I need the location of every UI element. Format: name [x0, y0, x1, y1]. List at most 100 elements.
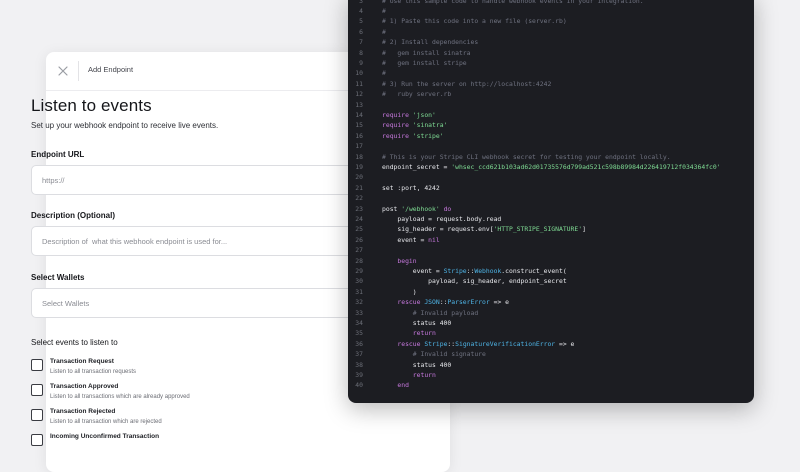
code-text: set :port, 4242 [382, 183, 440, 192]
line-number: 24 [355, 214, 363, 223]
code-line: 33 # Invalid payload [348, 308, 754, 318]
endpoint-url-label: Endpoint URL [31, 150, 85, 159]
event-checkbox[interactable] [31, 434, 43, 446]
line-number: 28 [355, 256, 363, 265]
code-line: 21 set :port, 4242 [348, 183, 754, 193]
code-text: # gem install sinatra [382, 48, 471, 57]
code-line: 20 [348, 172, 754, 182]
line-number: 19 [355, 162, 363, 171]
code-text: require 'stripe' [382, 131, 444, 140]
code-text: # Invalid payload [382, 308, 479, 317]
code-line: 12 # ruby server.rb [348, 89, 754, 99]
code-line: 36 rescue Stripe::SignatureVerificationE… [348, 339, 754, 349]
line-number: 11 [355, 79, 363, 88]
code-line: 8 # gem install sinatra [348, 48, 754, 58]
code-text: endpoint_secret = 'whsec_ccd621b103ad62d… [382, 162, 721, 171]
code-text: payload = request.body.read [382, 214, 502, 223]
event-title: Transaction Approved [50, 383, 119, 390]
event-checkbox[interactable] [31, 409, 43, 421]
code-line: 17 [348, 141, 754, 151]
code-line: 7 # 2) Install dependencies [348, 37, 754, 47]
code-text: ) [382, 287, 417, 296]
code-line: 26 event = nil [348, 235, 754, 245]
line-number: 32 [355, 298, 363, 307]
event-description: Listen to all transactions which are alr… [50, 394, 190, 400]
line-number: 38 [355, 360, 363, 369]
code-line: 28 begin [348, 256, 754, 266]
code-line: 37 # Invalid signature [348, 349, 754, 359]
line-number: 16 [355, 131, 363, 140]
line-number: 31 [355, 287, 363, 296]
code-text: # 2) Install dependencies [382, 38, 479, 47]
code-text: rescue Stripe::SignatureVerificationErro… [382, 339, 575, 348]
code-text: status 400 [382, 360, 452, 369]
code-line: 34 status 400 [348, 318, 754, 328]
line-number: 34 [355, 318, 363, 327]
code-text: sig_header = request.env['HTTP_STRIPE_SI… [382, 225, 586, 234]
code-text: post '/webhook' do [382, 204, 452, 213]
code-line: 4 # [348, 6, 754, 16]
close-icon[interactable] [56, 64, 70, 78]
line-number: 4 [359, 6, 363, 15]
line-number: 33 [355, 308, 363, 317]
line-number: 8 [359, 48, 363, 57]
code-line: 35 return [348, 328, 754, 338]
code-line: 23 post '/webhook' do [348, 204, 754, 214]
code-text: # 1) Paste this code into a new file (se… [382, 17, 567, 26]
panel-header-title: Add Endpoint [88, 65, 134, 74]
event-item[interactable]: Transaction Rejected Listen to all trans… [31, 408, 361, 430]
event-item[interactable]: Transaction Request Listen to all transa… [31, 358, 361, 380]
line-number: 17 [355, 142, 363, 151]
code-line: 39 return [348, 370, 754, 380]
code-text: end [382, 381, 409, 390]
code-text: # gem install stripe [382, 58, 467, 67]
code-line: 19 endpoint_secret = 'whsec_ccd621b103ad6… [348, 162, 754, 172]
event-description: Listen to all transaction requests [50, 369, 137, 375]
select-wallets-value: Select Wallets [42, 299, 90, 308]
code-text: # ruby server.rb [382, 90, 452, 99]
code-line: 16 require 'stripe' [348, 131, 754, 141]
code-sample-panel: 3 # Use this sample code to handle webhoo… [348, 0, 754, 403]
code-line: 30 payload, sig_header, endpoint_secret [348, 276, 754, 286]
line-number: 35 [355, 329, 363, 338]
code-text: # [382, 6, 386, 15]
code-text: return [382, 370, 436, 379]
code-line: 9 # gem install stripe [348, 58, 754, 68]
code-line: 25 sig_header = request.env['HTTP_STRIPE… [348, 224, 754, 234]
code-text: payload, sig_header, endpoint_secret [382, 277, 567, 286]
code-text: # [382, 69, 386, 78]
line-number: 10 [355, 69, 363, 78]
line-number: 25 [355, 225, 363, 234]
code-line: 10 # [348, 68, 754, 78]
code-line: 32 rescue JSON::ParserError => e [348, 297, 754, 307]
code-line: 5 # 1) Paste this code into a new file (s… [348, 16, 754, 26]
code-line: 15 require 'sinatra' [348, 120, 754, 130]
code-text: require 'sinatra' [382, 121, 448, 130]
code-text: # [382, 27, 386, 36]
event-title: Transaction Request [50, 358, 114, 365]
line-number: 13 [355, 100, 363, 109]
code-text: begin [382, 256, 417, 265]
code-text: rescue JSON::ParserError => e [382, 298, 509, 307]
code-line: 31 ) [348, 287, 754, 297]
code-line: 6 # [348, 27, 754, 37]
code-line: 22 [348, 193, 754, 203]
header-divider [78, 61, 79, 81]
event-description: Listen to all transaction which are reje… [50, 419, 162, 425]
event-title: Incoming Unconfirmed Transaction [50, 433, 160, 440]
line-number: 7 [359, 38, 363, 47]
event-item[interactable]: Incoming Unconfirmed Transaction [31, 433, 361, 455]
event-checkbox[interactable] [31, 359, 43, 371]
code-line: 14 require 'json' [348, 110, 754, 120]
event-item[interactable]: Transaction Approved Listen to all trans… [31, 383, 361, 405]
code-text: # 3) Run the server on http://localhost:… [382, 79, 552, 88]
code-text: require 'json' [382, 110, 436, 119]
event-checkbox[interactable] [31, 384, 43, 396]
code-line: 11 # 3) Run the server on http://localhos… [348, 79, 754, 89]
line-number: 18 [355, 152, 363, 161]
line-number: 15 [355, 121, 363, 130]
line-number: 5 [359, 17, 363, 26]
line-number: 22 [355, 194, 363, 203]
line-number: 37 [355, 350, 363, 359]
code-text: event = Stripe::Webhook.construct_event( [382, 266, 567, 275]
